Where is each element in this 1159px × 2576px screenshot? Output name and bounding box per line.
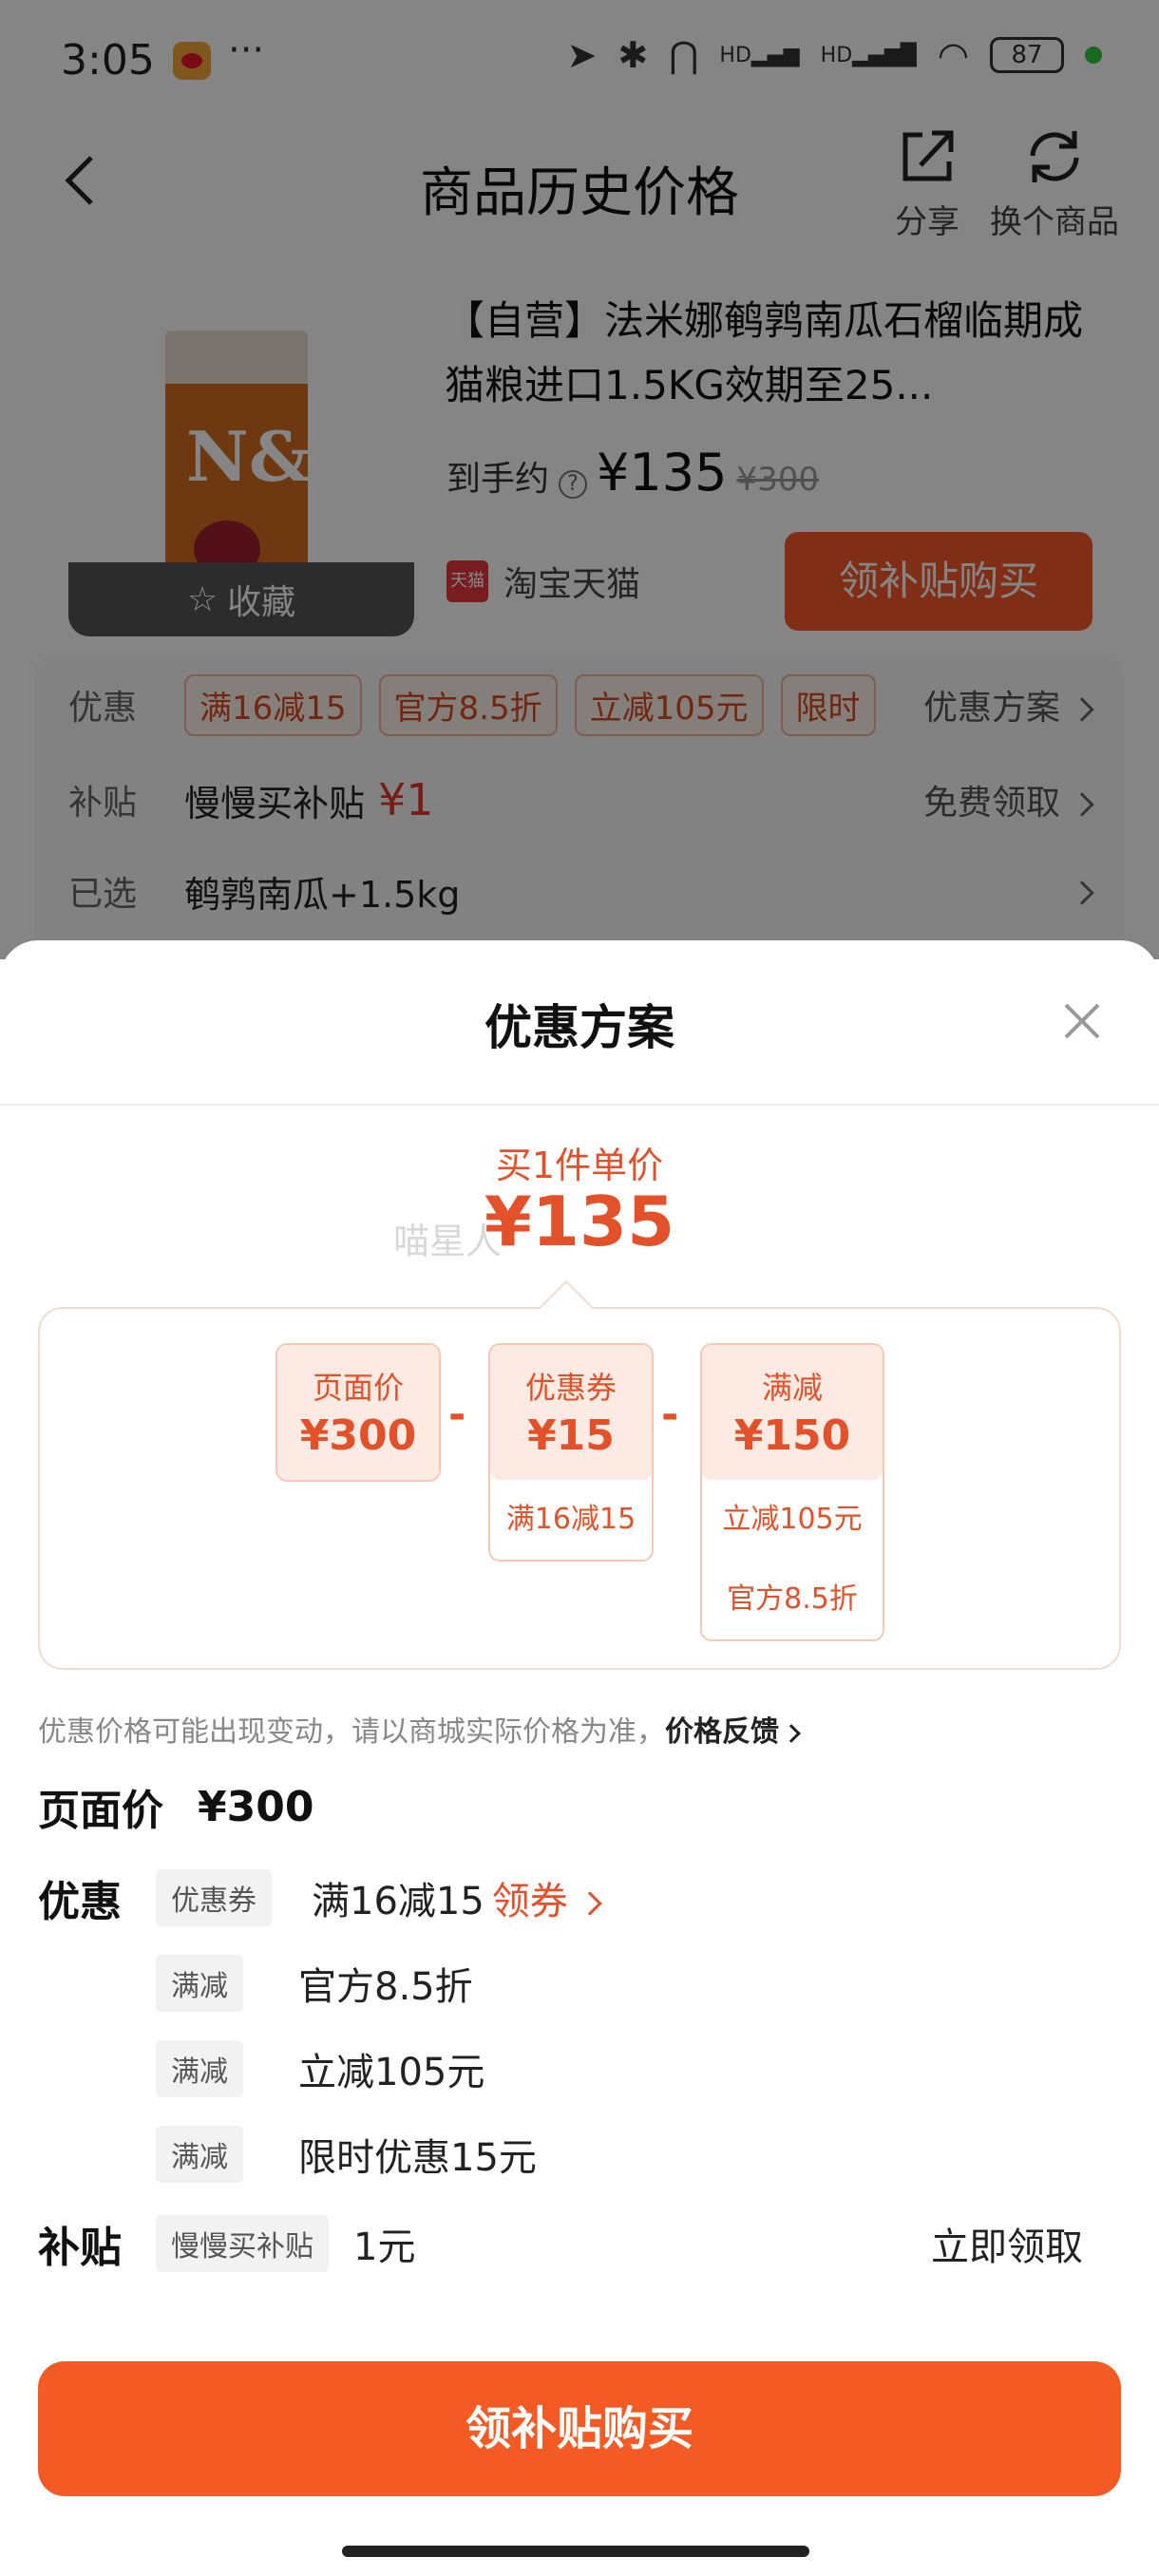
card-head: 优惠券 ¥15 <box>490 1345 652 1480</box>
subsidy-key: 补贴 <box>38 2224 122 2272</box>
page-price-row: 页面价 ¥300 <box>38 1776 314 1837</box>
page-price-card: 页面价 ¥300 <box>276 1343 441 1482</box>
discount-chip: 满减 <box>156 2040 243 2097</box>
chevron-right-icon <box>782 1723 801 1743</box>
card-sub-item: 满16减15 <box>505 1503 636 1536</box>
card-label: 优惠券 <box>524 1370 617 1406</box>
discount-text: 满16减15 <box>312 1880 484 1923</box>
unit-price: ¥135 <box>484 1182 675 1261</box>
page-price-value: ¥300 <box>198 1782 314 1831</box>
discount-chip: 优惠券 <box>156 1869 272 1926</box>
notice-text: 优惠价格可能出现变动，请以商城实际价格为准， <box>38 1715 665 1749</box>
discount-text: 限时优惠15元 <box>298 2136 537 2180</box>
discount-plan-sheet: 优惠方案 买1件单价 喵星人 ¥135 页面价 ¥300 - 优惠券 ¥15 满… <box>0 940 1159 2576</box>
card-label: 页面价 <box>312 1370 404 1406</box>
subsidy-chip: 慢慢买补贴 <box>156 2215 329 2272</box>
close-icon[interactable] <box>1060 999 1104 1043</box>
page-price-key: 页面价 <box>38 1787 163 1835</box>
card-label: 满减 <box>761 1370 823 1406</box>
price-feedback-link[interactable]: 价格反馈 <box>665 1715 801 1749</box>
subsidy-value: 1元 <box>353 2226 416 2269</box>
card-value: ¥15 <box>527 1411 615 1460</box>
coupon-card: 优惠券 ¥15 满16减15 <box>488 1343 654 1562</box>
card-sub-item: 官方8.5折 <box>727 1582 858 1616</box>
sheet-title: 优惠方案 <box>484 1000 674 1055</box>
card-value: ¥300 <box>299 1411 417 1460</box>
discount-chip: 满减 <box>156 2126 243 2183</box>
discount-text: 立减105元 <box>298 2051 485 2094</box>
unit-price-label: 买1件单价 <box>495 1145 664 1186</box>
claim-now-link[interactable]: 立即领取 <box>931 2216 1083 2271</box>
discount-row: 满减 官方8.5折 <box>156 1955 473 2012</box>
discount-row: 优惠 优惠券 满16减15 领券 <box>38 1867 602 1928</box>
home-indicator[interactable] <box>342 2546 809 2557</box>
claim-subsidy-buy-button[interactable]: 领补贴购买 <box>38 2361 1121 2496</box>
discount-row: 满减 立减105元 <box>156 2040 484 2097</box>
price-notice: 优惠价格可能出现变动，请以商城实际价格为准，价格反馈 <box>38 1708 801 1750</box>
subsidy-detail-row: 补贴 慢慢买补贴 1元 立即领取 <box>38 2213 1121 2274</box>
discount-row: 满减 限时优惠15元 <box>156 2126 537 2183</box>
card-value: ¥150 <box>733 1411 851 1460</box>
discount-key: 优惠 <box>38 1878 122 1926</box>
get-coupon-link[interactable]: 领券 <box>492 1870 602 1925</box>
card-head: 页面价 ¥300 <box>277 1345 439 1480</box>
minus-sign: - <box>448 1391 466 1439</box>
card-sub-item: 立减105元 <box>722 1503 863 1536</box>
full-reduction-card: 满减 ¥150 立减105元 官方8.5折 <box>700 1343 884 1641</box>
card-head: 满减 ¥150 <box>702 1345 883 1480</box>
discount-chip: 满减 <box>156 1955 243 2012</box>
discount-text: 官方8.5折 <box>298 1965 473 2009</box>
modal-backdrop[interactable] <box>0 0 1159 959</box>
divider <box>0 1104 1159 1106</box>
chevron-right-icon <box>578 1891 602 1916</box>
minus-sign: - <box>661 1391 679 1439</box>
